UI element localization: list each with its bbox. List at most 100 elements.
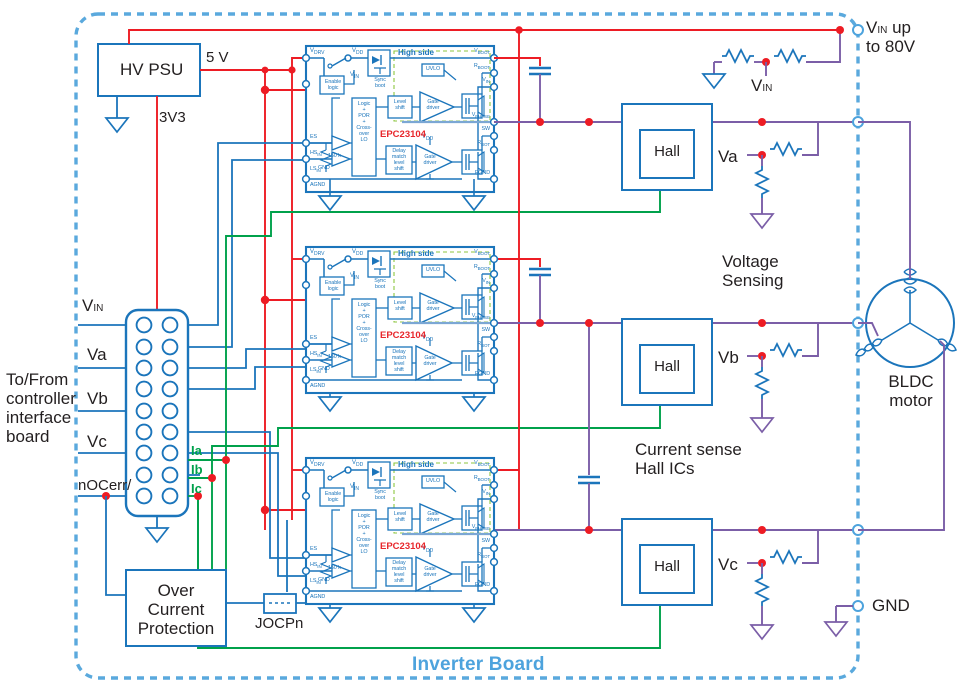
ic1-label: VDRV	[310, 48, 325, 57]
current-label-ia: Ia	[191, 443, 202, 458]
ic2-label: VBOOT	[474, 249, 490, 257]
diagram-canvas: HV PSU 5 V 3V3 To/From controller interf…	[0, 0, 958, 694]
ic1-label: VIN	[350, 72, 360, 81]
phase-label-vb: Vb	[718, 348, 739, 367]
ic2-label: VPHASE	[471, 313, 490, 321]
ic3-label: SW	[481, 538, 491, 544]
dc-link-caps	[519, 57, 600, 530]
ic3-label: Enable logic	[324, 491, 342, 504]
ic2-label: Enable logic	[324, 280, 342, 293]
rail-3v3-label: 3V3	[159, 109, 186, 126]
ic1-label: VIN	[482, 77, 490, 85]
ic1-label: High side	[398, 48, 435, 57]
connector-label-vb: Vb	[87, 389, 108, 408]
phase-label-vc: Vc	[718, 555, 738, 574]
hall-label-2: Hall	[654, 358, 680, 375]
ic3-label: VIN	[350, 484, 360, 493]
vin-node-label: VIN	[751, 76, 773, 95]
ic3-label: VDRV	[310, 460, 325, 469]
ic1-label: VBOOT	[474, 48, 490, 56]
ocp-label: Over Current Protection	[137, 581, 215, 639]
ic2-label: HSIN	[310, 351, 322, 359]
ic3-label: PGND	[474, 582, 490, 588]
ic3-label: Gate driver	[423, 566, 437, 579]
hall-label-1: Hall	[654, 143, 680, 160]
ic3-label: HSIN	[310, 562, 322, 570]
ic3-label: AGND	[310, 594, 326, 600]
connector-label-nocerr: nOCerr/	[78, 477, 132, 494]
ic3-label: ES	[310, 546, 317, 552]
phase-label-va: Va	[718, 147, 738, 166]
ic3-label: UVLO	[425, 478, 441, 484]
ic3-label: Level shift	[393, 511, 407, 524]
ic3-label: Sync boot	[374, 489, 386, 502]
bldc-motor	[855, 268, 957, 368]
ic1-label: Logic + POR + Cross-over LO	[356, 101, 372, 144]
ic1-label: ES	[310, 134, 317, 140]
ic2-label: Gate driver	[423, 355, 437, 368]
ic1-label: Level shift	[393, 99, 407, 112]
board-title: Inverter Board	[412, 654, 545, 675]
ic1-label: HSIN	[310, 150, 322, 158]
connector-right-wires	[188, 142, 306, 577]
ic1-label: VDD	[352, 48, 364, 57]
connector-label-va: Va	[87, 345, 107, 364]
voltage-sensing-label: Voltage Sensing	[722, 252, 784, 291]
ic3-label: GND	[318, 577, 330, 583]
hall-sensors	[621, 103, 713, 606]
rail-5v-label: 5 V	[206, 49, 229, 66]
ic2-label: GND	[318, 366, 330, 372]
vin-top-rail	[128, 29, 840, 44]
ic1-label: Enable logic	[324, 79, 342, 92]
connector-label-vc: Vc	[87, 432, 107, 451]
ic2-label: PGND	[474, 371, 490, 377]
gnd-terminal-label: GND	[872, 596, 910, 615]
ic3-label: Delay match level shift	[391, 560, 407, 585]
ic3-label: VBOOT	[474, 460, 490, 468]
ic3-label: 150 k	[328, 565, 341, 571]
ic2-label: Logic + POR + Cross-over LO	[356, 302, 372, 345]
ic3-label: Gate driver	[426, 511, 440, 524]
ic3-label: High side	[398, 460, 435, 469]
hall-label-3: Hall	[654, 558, 680, 575]
jocpn-label: JOCPn	[255, 615, 304, 632]
ic2-label: ES	[310, 335, 317, 341]
ic2-label: VDD	[352, 249, 364, 258]
ic3-label: EPC23104	[380, 541, 426, 552]
ic2-label: VDRV	[310, 249, 325, 258]
ic1-label: Sync boot	[374, 77, 386, 90]
motor-label: BLDC motor	[888, 372, 934, 411]
ic1-label: VPHASE	[471, 112, 490, 120]
ic1-label: PGND	[474, 170, 490, 176]
ic3-label: RBOOT	[473, 475, 490, 483]
ic1-label: RBOT	[477, 140, 490, 148]
ic2-label: High side	[398, 249, 435, 258]
ic2-label: Level shift	[393, 300, 407, 313]
controller-interface-label: To/From controller interface board	[6, 370, 76, 447]
hv-psu-label: HV PSU	[120, 60, 184, 79]
ic3-label: VDD	[352, 460, 364, 469]
ic1-label: RBOOT	[473, 63, 490, 71]
jocpn-jumper	[263, 593, 297, 614]
ic1-label: AGND	[310, 182, 326, 188]
ic2-label: EPC23104	[380, 330, 426, 341]
ic2-label: Sync boot	[374, 278, 386, 291]
ic2-label: Delay match level shift	[391, 349, 407, 374]
ic2-label: VIN	[482, 278, 490, 286]
ic1-label: GND	[318, 165, 330, 171]
ic1-label: Gate driver	[423, 154, 437, 167]
vin-supply-label: VIN up to 80V	[866, 18, 916, 57]
connector-body	[124, 308, 190, 518]
ic1-label: Delay match level shift	[391, 148, 407, 173]
ic1-label: UVLO	[425, 66, 441, 72]
ic2-label: UVLO	[425, 267, 441, 273]
ic2-label: RBOT	[477, 341, 490, 349]
current-label-ic: Ic	[191, 481, 202, 496]
ic2-label: RBOOT	[473, 264, 490, 272]
connector-label-vin: VIN	[82, 296, 104, 315]
ic2-label: VIN	[350, 273, 360, 282]
voltage-dividers	[747, 122, 819, 640]
vin-sense-divider	[702, 26, 844, 89]
current-label-ib: Ib	[191, 462, 203, 477]
ic2-label: 150 k	[328, 354, 341, 360]
